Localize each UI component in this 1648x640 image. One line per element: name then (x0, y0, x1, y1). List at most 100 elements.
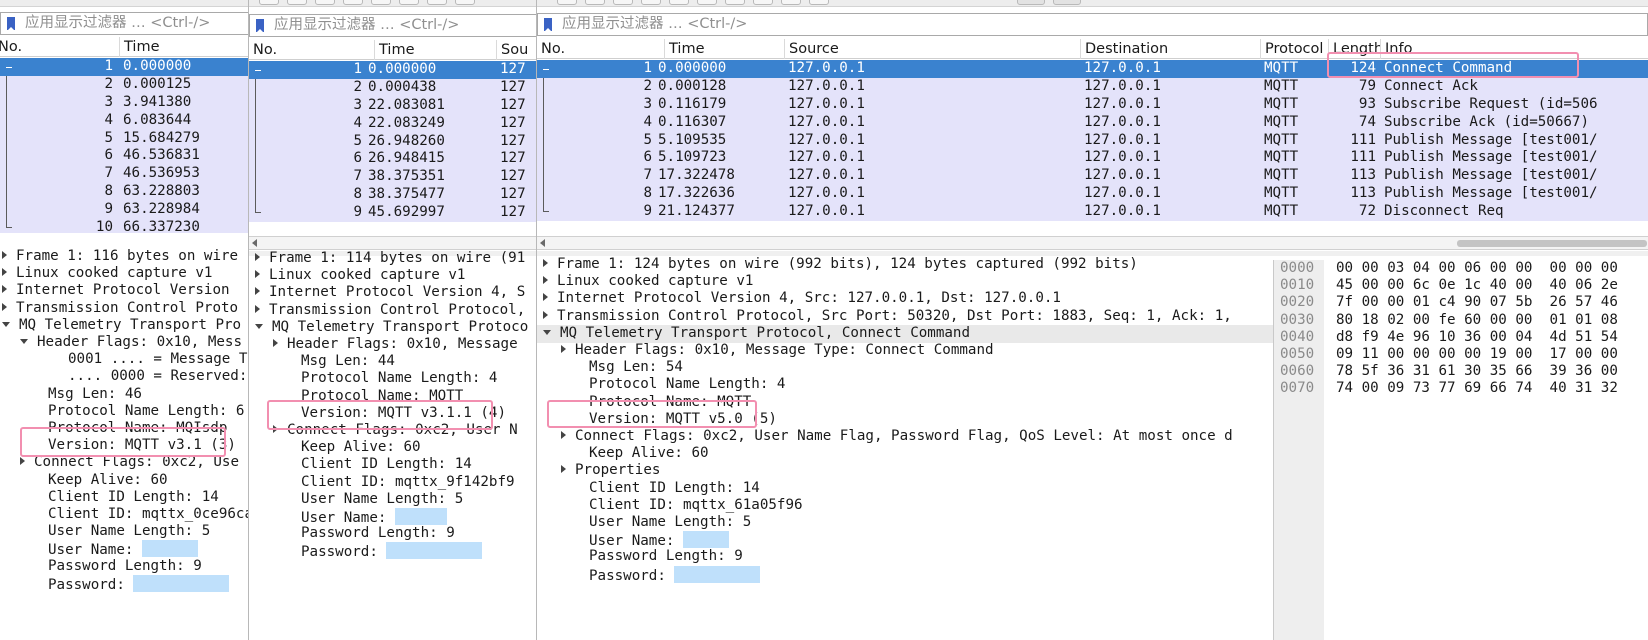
packet-row-selected[interactable]: 1 0.000000 127 (249, 61, 538, 79)
detail-line[interactable]: Msg Len: 44 (301, 353, 395, 371)
scroll-left-arrow-icon[interactable] (252, 239, 257, 247)
detail-line[interactable]: User Name Length: 5 (48, 523, 210, 541)
scrollbar-thumb[interactable] (1457, 240, 1647, 247)
expand-closed-icon[interactable] (273, 339, 278, 347)
expand-open-icon[interactable] (255, 323, 263, 329)
bookmark-icon[interactable] (256, 19, 264, 33)
display-filter-input[interactable]: 应用显示过滤器 … <Ctrl-/> (249, 14, 538, 37)
detail-line[interactable]: Password Length: 9 (589, 548, 743, 566)
packet-row[interactable]: 5 26.948260 127 (249, 132, 538, 151)
hex-bytes[interactable]: 45 00 00 6c 0e 1c 40 00 40 06 2e (1336, 277, 1618, 295)
detail-line[interactable]: Client ID: mqttx_9f142bf9 (301, 474, 515, 492)
detail-line[interactable]: Password: (589, 565, 761, 584)
toolbar-button[interactable] (753, 0, 773, 5)
expand-closed-icon[interactable] (255, 287, 260, 296)
expand-open-icon[interactable] (543, 329, 551, 335)
toolbar-toggle-button[interactable] (1017, 0, 1045, 5)
detail-line[interactable]: Keep Alive: 60 (589, 445, 709, 463)
detail-line[interactable]: Internet Protocol Version (2, 282, 230, 300)
hex-bytes[interactable]: d8 f9 4e 96 10 36 00 04 4d 51 54 (1336, 329, 1618, 347)
packet-row[interactable]: 9 63.228984 (0, 201, 250, 220)
packet-row[interactable]: 4 22.083249 127 (249, 114, 538, 133)
expand-closed-icon[interactable] (543, 293, 548, 302)
toolbar-button[interactable] (781, 0, 801, 5)
detail-line[interactable]: User Name Length: 5 (301, 491, 463, 509)
detail-line[interactable]: Header Flags: 0x10, Message Type: Connec… (561, 342, 994, 360)
hex-bytes[interactable]: 7f 00 00 01 c4 90 07 5b 26 57 46 (1336, 294, 1618, 312)
detail-line[interactable]: Linux cooked capture v1 (2, 265, 212, 283)
detail-line[interactable]: MQ Telemetry Transport Pro (2, 317, 241, 335)
packet-row[interactable]: 9 45.692997 127 (249, 204, 538, 222)
detail-line[interactable]: Connect Flags: 0xc2, User Name Flag, Pas… (561, 428, 1233, 446)
packet-row[interactable]: 4 6.083644 (0, 111, 250, 130)
bookmark-icon[interactable] (7, 17, 15, 31)
packet-row[interactable]: 6 5.109723 127.0.0.1 127.0.0.1 MQTT 111 Publis… (537, 149, 1648, 168)
detail-line[interactable]: Properties (561, 462, 660, 480)
detail-line[interactable]: Connect Flags: 0xc2, Use (20, 454, 239, 472)
detail-line[interactable]: MQ Telemetry Transport Protocol, Connect… (543, 325, 970, 343)
expand-closed-icon[interactable] (2, 285, 7, 294)
packet-row[interactable]: 3 3.941380 (0, 93, 250, 112)
toolbar-button[interactable] (287, 0, 307, 5)
detail-line[interactable]: Protocol Name Length: 6 (48, 403, 244, 421)
detail-line[interactable]: Protocol Name Length: 4 (589, 376, 785, 394)
packet-row-selected[interactable]: 1 0.000000 (0, 58, 250, 76)
packet-row[interactable]: 7 17.322478 127.0.0.1 127.0.0.1 MQTT 113 Publi… (537, 167, 1648, 186)
toolbar-button[interactable] (725, 0, 745, 5)
expand-closed-icon[interactable] (543, 310, 548, 319)
expand-closed-icon[interactable] (255, 304, 260, 313)
column-header-protocol[interactable]: Protocol (1261, 39, 1329, 59)
detail-line[interactable]: Client ID Length: 14 (48, 489, 219, 507)
packet-row[interactable]: 6 26.948415 127 (249, 150, 538, 169)
expand-closed-icon[interactable] (255, 270, 260, 279)
hex-bytes[interactable]: 00 00 03 04 00 06 00 00 00 00 00 (1336, 260, 1618, 278)
toolbar-button[interactable] (399, 0, 419, 5)
detail-line[interactable]: Msg Len: 46 (48, 386, 142, 404)
detail-line[interactable]: Client ID: mqttx_0ce96ca (48, 506, 250, 524)
column-header-time[interactable]: Time (120, 37, 250, 57)
expand-closed-icon[interactable] (255, 253, 260, 261)
packet-row[interactable]: 2 0.000438 127 (249, 78, 538, 97)
packet-row[interactable]: 9 21.124377 127.0.0.1 127.0.0.1 MQTT 72 Discon… (537, 203, 1648, 221)
detail-line[interactable]: Password Length: 9 (301, 525, 455, 543)
hex-bytes[interactable]: 09 11 00 00 00 00 19 00 17 00 00 (1336, 346, 1618, 364)
expand-closed-icon[interactable] (561, 345, 566, 353)
detail-line[interactable]: Header Flags: 0x10, Mess (20, 334, 242, 352)
detail-line[interactable]: Internet Protocol Version 4, Src: 127.0.… (543, 290, 1061, 308)
detail-line[interactable]: Transmission Control Proto (2, 300, 238, 318)
packet-row[interactable]: 4 0.116307 127.0.0.1 127.0.0.1 MQTT 74 Subscri… (537, 113, 1648, 132)
toolbar-button[interactable] (455, 0, 475, 5)
column-header-source[interactable]: Sou (497, 40, 538, 60)
expand-closed-icon[interactable] (2, 251, 7, 259)
detail-line[interactable]: Client ID Length: 14 (301, 456, 472, 474)
expand-closed-icon[interactable] (2, 302, 7, 311)
toolbar-toggle-button[interactable] (1053, 0, 1081, 5)
detail-line[interactable]: Header Flags: 0x10, Message (273, 336, 518, 354)
detail-line[interactable]: Transmission Control Protocol, Src Port:… (543, 308, 1232, 326)
column-header-destination[interactable]: Destination (1081, 39, 1261, 59)
packet-row[interactable]: 2 0.000125 (0, 75, 250, 94)
detail-line[interactable]: Password: (48, 574, 230, 593)
packet-row[interactable]: 8 17.322636 127.0.0.1 127.0.0.1 MQTT 113 Publi… (537, 185, 1648, 204)
detail-line[interactable]: Keep Alive: 60 (301, 439, 421, 457)
column-header-no[interactable]: No. (537, 39, 665, 59)
packet-row[interactable]: 6 46.536831 (0, 147, 250, 166)
detail-line[interactable]: Frame 1: 124 bytes on wire (992 bits), 1… (543, 256, 1138, 274)
toolbar-button[interactable] (669, 0, 689, 5)
expand-open-icon[interactable] (20, 339, 28, 344)
expand-closed-icon[interactable] (543, 276, 548, 285)
column-header-no[interactable]: No. (249, 40, 375, 60)
toolbar-button[interactable] (585, 0, 605, 5)
detail-line[interactable]: User Name: (301, 508, 447, 526)
packet-row[interactable]: 5 5.109535 127.0.0.1 127.0.0.1 MQTT 111 Publis… (537, 131, 1648, 150)
toolbar-button[interactable] (557, 0, 577, 5)
scroll-left-arrow-icon[interactable] (540, 239, 545, 247)
display-filter-input[interactable]: 应用显示过滤器 … <Ctrl-/> (537, 13, 1648, 36)
toolbar-button[interactable] (427, 0, 447, 5)
packet-row[interactable]: 2 0.000128 127.0.0.1 127.0.0.1 MQTT 79 Connect… (537, 77, 1648, 96)
packet-row[interactable]: 3 0.116179 127.0.0.1 127.0.0.1 MQTT 93 Subscri… (537, 95, 1648, 114)
hex-bytes[interactable]: 74 00 09 73 77 69 66 74 40 31 32 (1336, 380, 1618, 398)
toolbar-button[interactable] (371, 0, 391, 5)
packet-row[interactable]: 3 22.083081 127 (249, 96, 538, 115)
detail-line[interactable]: User Name: (589, 531, 729, 549)
